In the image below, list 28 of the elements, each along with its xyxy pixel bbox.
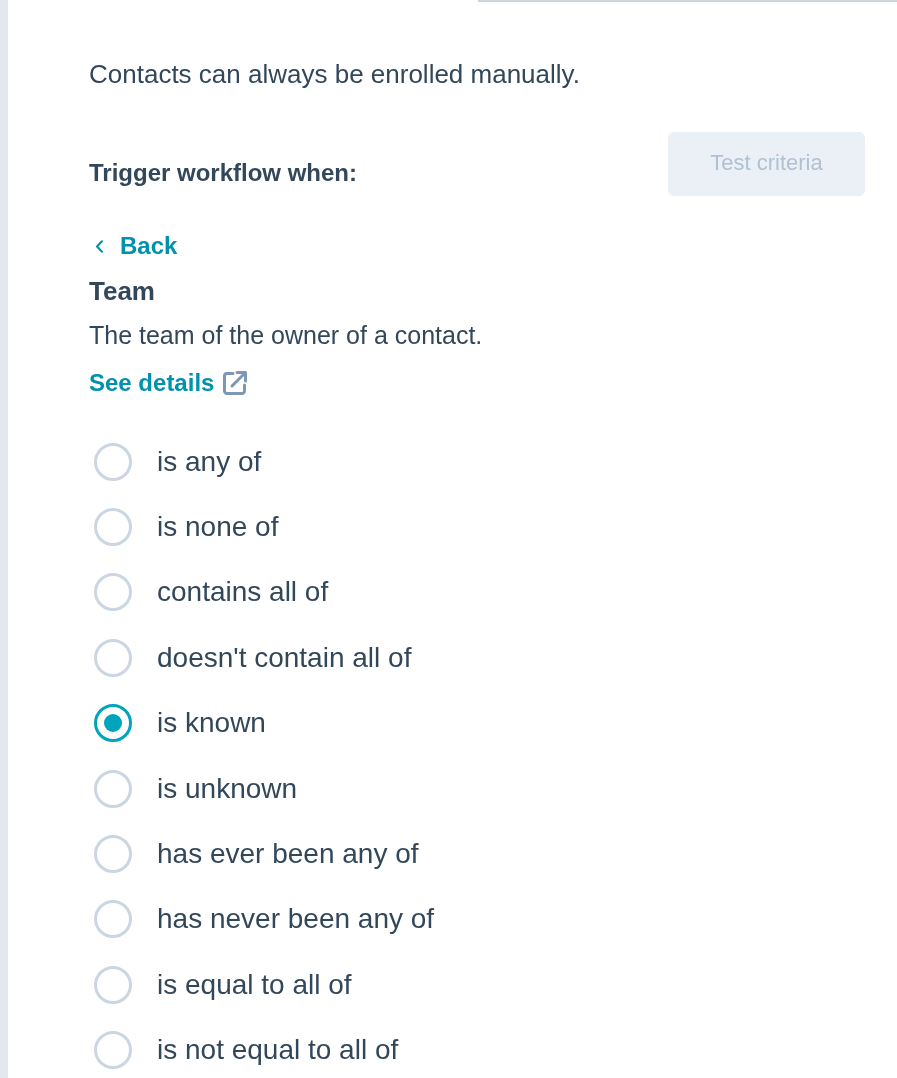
radio-button[interactable] <box>94 965 132 1004</box>
radio-label[interactable]: contains all of <box>157 575 329 610</box>
radio-button[interactable] <box>94 835 132 874</box>
radio-button[interactable] <box>94 638 132 677</box>
property-description: The team of the owner of a contact. <box>89 320 483 351</box>
radio-label[interactable]: is any of <box>157 444 262 479</box>
radio-label[interactable]: doesn't contain all of <box>157 640 412 675</box>
trigger-label: Trigger workflow when: <box>89 158 358 188</box>
radio-label[interactable]: is equal to all of <box>157 967 352 1002</box>
radio-label[interactable]: has never been any of <box>157 902 435 937</box>
radio-label[interactable]: is unknown <box>157 771 298 806</box>
radio-button[interactable] <box>94 573 132 612</box>
radio-label[interactable]: has ever been any of <box>157 837 419 872</box>
radio-button[interactable] <box>94 1031 132 1070</box>
radio-label[interactable]: is known <box>157 706 266 741</box>
radio-label[interactable]: is not equal to all of <box>157 1033 399 1068</box>
chevron-left-icon <box>95 239 104 253</box>
radio-button[interactable] <box>94 769 132 808</box>
back-link[interactable]: Back <box>89 231 178 261</box>
radio-button[interactable] <box>94 704 132 743</box>
property-name: Team <box>89 275 155 307</box>
radio-button[interactable] <box>94 900 132 939</box>
external-link-icon <box>222 370 249 396</box>
radio-button[interactable] <box>94 442 132 481</box>
radio-label[interactable]: is none of <box>157 510 279 545</box>
see-details-link[interactable]: See details <box>89 367 249 399</box>
radio-button[interactable] <box>94 508 132 547</box>
intro-text: Contacts can always be enrolled manually. <box>89 58 581 90</box>
